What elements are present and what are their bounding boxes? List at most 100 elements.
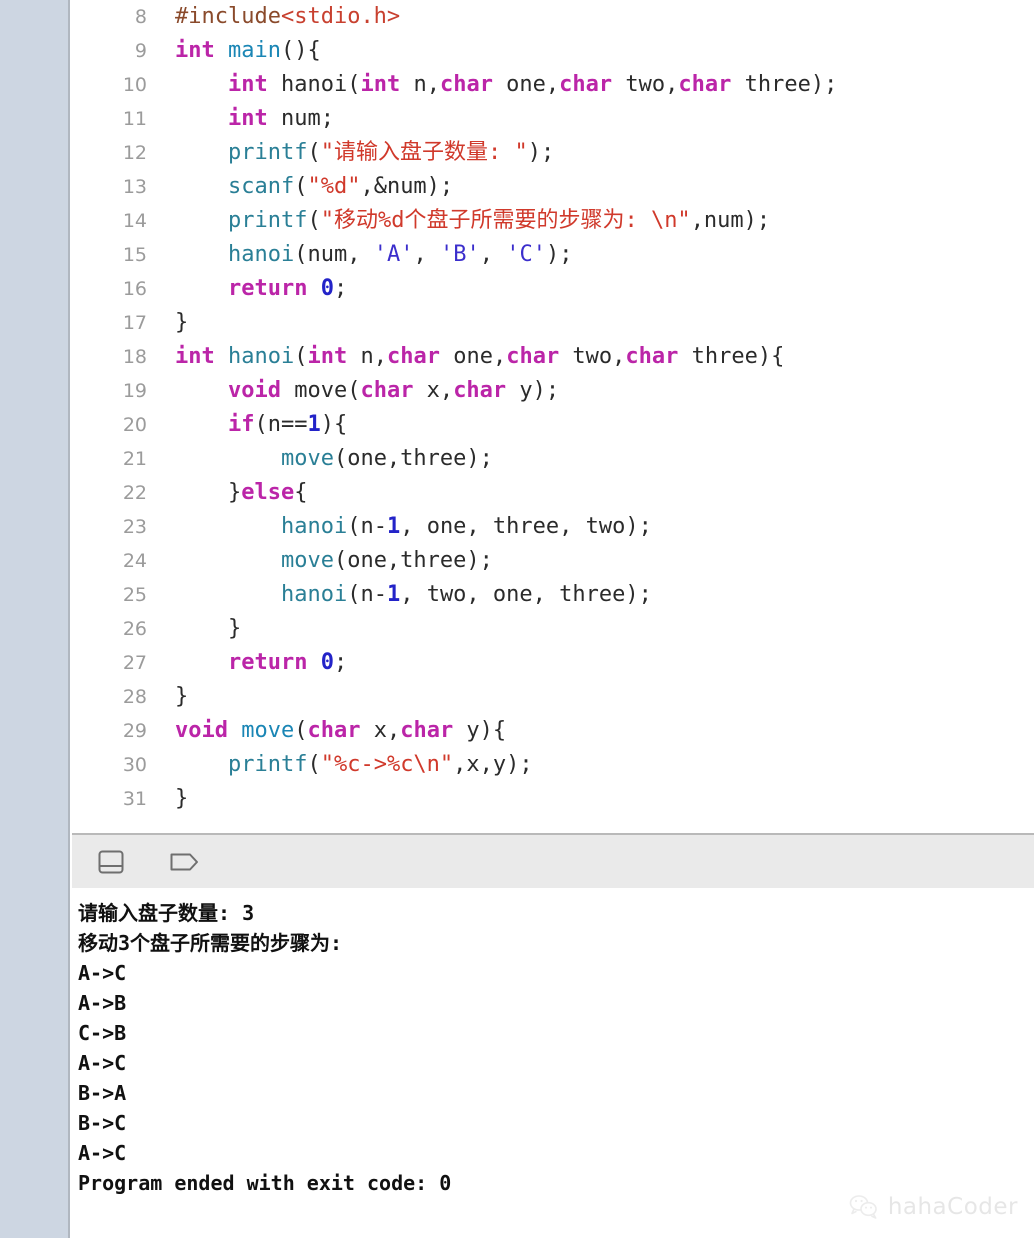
token: 1	[386, 514, 401, 539]
code-line-15[interactable]: 15 hanoi(num, 'A', 'B', 'C');	[72, 238, 1034, 272]
code-text: if(n==1){	[147, 408, 347, 442]
code-text: void move(char x,char y){	[147, 714, 506, 748]
code-line-19[interactable]: 19 void move(char x,char y);	[72, 374, 1034, 408]
token: ,	[479, 242, 507, 267]
code-text: }	[147, 306, 188, 340]
line-number: 16	[122, 278, 147, 300]
token: char	[307, 718, 361, 743]
code-line-30[interactable]: 30 printf("%c->%c\n",x,y);	[72, 748, 1034, 782]
token: #include	[175, 4, 281, 29]
code-line-22[interactable]: 22 }else{	[72, 476, 1034, 510]
token: 1	[386, 582, 401, 607]
token: int	[175, 38, 215, 63]
token: char	[559, 72, 613, 97]
token: , one, three, two);	[400, 514, 652, 539]
code-line-14[interactable]: 14 printf("移动%d个盘子所需要的步骤为: \n",num);	[72, 204, 1034, 238]
token: , two, one, three);	[400, 582, 652, 607]
code-text: return 0;	[147, 646, 347, 680]
code-line-24[interactable]: 24 move(one,three);	[72, 544, 1034, 578]
code-line-13[interactable]: 13 scanf("%d",&num);	[72, 170, 1034, 204]
filter-tag-icon[interactable]	[168, 847, 202, 877]
code-line-10[interactable]: 10 int hanoi(int n,char one,char two,cha…	[72, 68, 1034, 102]
line-number: 30	[122, 754, 147, 776]
token: return	[227, 276, 308, 301]
code-line-27[interactable]: 27 return 0;	[72, 646, 1034, 680]
code-text: move(one,three);	[147, 442, 493, 476]
token: "请输入盘子数量: "	[320, 140, 528, 165]
console-line: B->A	[78, 1081, 127, 1105]
code-line-8[interactable]: 8 #include<stdio.h>	[72, 0, 1034, 34]
code-text: int main(){	[147, 34, 321, 68]
token: n,	[400, 72, 440, 97]
code-line-23[interactable]: 23 hanoi(n-1, one, three, two);	[72, 510, 1034, 544]
token: (one,three);	[333, 446, 493, 471]
token: (	[294, 174, 308, 199]
token: else	[241, 480, 295, 505]
line-number: 15	[122, 244, 147, 266]
token: char	[360, 378, 414, 403]
console-line: C->B	[78, 1021, 127, 1045]
code-text: int num;	[147, 102, 334, 136]
line-number: 26	[122, 618, 147, 640]
line-number: 18	[122, 346, 147, 368]
token: }	[175, 310, 189, 335]
token: (	[294, 344, 308, 369]
code-line-11[interactable]: 11 int num;	[72, 102, 1034, 136]
code-text: void move(char x,char y);	[147, 374, 559, 408]
code-line-17[interactable]: 17}	[72, 306, 1034, 340]
console-line: 请输入盘子数量: 3	[78, 901, 255, 925]
code-line-25[interactable]: 25 hanoi(n-1, two, one, three);	[72, 578, 1034, 612]
code-lines-container[interactable]: 8 #include<stdio.h> 9 int main(){ 1 0 int han…	[72, 0, 1034, 816]
console-line: B->C	[78, 1111, 127, 1135]
code-line-21[interactable]: 21 move(one,three);	[72, 442, 1034, 476]
token: 0	[320, 650, 334, 675]
code-text: scanf("%d",&num);	[147, 170, 453, 204]
split-console-icon[interactable]	[94, 847, 128, 877]
token: one,	[439, 344, 507, 369]
code-line-31[interactable]: 31}	[72, 782, 1034, 816]
token: int	[227, 72, 268, 97]
token: move(	[280, 378, 361, 403]
token: printf	[227, 752, 308, 777]
token: char	[678, 72, 732, 97]
token: move	[280, 548, 334, 573]
console-line: A->B	[78, 991, 127, 1015]
code-line-18[interactable]: 18 int hanoi(int n,char one,char two,char…	[72, 340, 1034, 374]
token: hanoi	[228, 344, 295, 369]
token: (	[307, 208, 321, 233]
code-line-29[interactable]: 29 void move(char x,char y){	[72, 714, 1034, 748]
token: "%d"	[307, 174, 361, 199]
token: (	[307, 752, 321, 777]
token: void	[227, 378, 281, 403]
console-output-pane[interactable]: 请输入盘子数量: 3 移动3个盘子所需要的步骤为: A->C A->B C->B A->C…	[72, 888, 1034, 1238]
code-line-20[interactable]: 20 if(n==1){	[72, 408, 1034, 442]
token: n,	[347, 344, 387, 369]
watermark-text: hahaCoder	[887, 1194, 1018, 1220]
line-number: 17	[122, 312, 147, 334]
code-editor-pane[interactable]: 8 #include<stdio.h> 9 int main(){ 1 0 int han…	[72, 0, 1034, 832]
console-line: A->C	[78, 1141, 127, 1165]
token: hanoi	[227, 242, 295, 267]
token: void	[175, 718, 228, 743]
code-text: printf("移动%d个盘子所需要的步骤为: \n",num);	[147, 204, 770, 238]
token: (num,	[294, 242, 374, 267]
code-text: hanoi(num, 'A', 'B', 'C');	[147, 238, 572, 272]
token: ,num);	[690, 208, 771, 233]
line-number: 14	[122, 210, 147, 232]
code-line-26[interactable]: 26 }	[72, 612, 1034, 646]
code-line-12[interactable]: 12 printf("请输入盘子数量: ");	[72, 136, 1034, 170]
token: }	[175, 480, 242, 505]
code-line-16[interactable]: 16 return 0;	[72, 272, 1034, 306]
token: }	[175, 684, 189, 709]
watermark: hahaCoder	[849, 1194, 1018, 1220]
token: "%c->%c\n"	[320, 752, 454, 777]
code-line-28[interactable]: 28}	[72, 680, 1034, 714]
token: int	[307, 344, 348, 369]
code-text: printf("%c->%c\n",x,y);	[147, 748, 533, 782]
token: hanoi	[280, 582, 348, 607]
code-line-9[interactable]: 9 int main(){	[72, 34, 1034, 68]
